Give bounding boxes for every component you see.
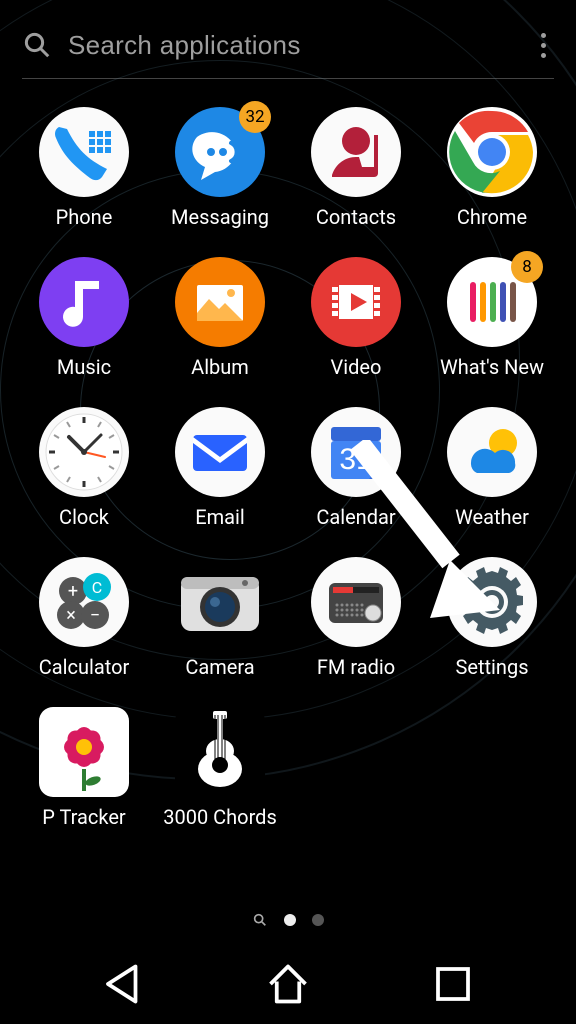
music-icon	[39, 257, 129, 347]
app-label: Phone	[56, 205, 113, 229]
app-calendar[interactable]: 31 Calendar	[288, 407, 424, 529]
app-label: Music	[57, 355, 111, 379]
search-bar[interactable]	[0, 0, 576, 78]
recent-apps-button[interactable]	[428, 959, 478, 1009]
app-label: Album	[191, 355, 249, 379]
messaging-icon: 32	[175, 107, 265, 197]
app-label: Email	[195, 505, 245, 529]
chrome-icon	[447, 107, 537, 197]
app-label: 3000 Chords	[163, 805, 277, 829]
svg-text:×: ×	[66, 605, 76, 626]
ptracker-icon	[39, 707, 129, 797]
phone-icon	[39, 107, 129, 197]
app-phone[interactable]: Phone	[16, 107, 152, 229]
svg-text:C: C	[92, 578, 102, 597]
app-label: Weather	[455, 505, 529, 529]
notification-badge: 32	[239, 101, 271, 133]
app-whats-new[interactable]: 8 What's New	[424, 257, 560, 379]
pager-dot-1[interactable]	[284, 914, 296, 926]
svg-text:31: 31	[339, 443, 372, 476]
app-label: Messaging	[171, 205, 269, 229]
app-music[interactable]: Music	[16, 257, 152, 379]
app-label: P Tracker	[42, 805, 125, 829]
app-video[interactable]: Video	[288, 257, 424, 379]
svg-text:−: −	[90, 605, 100, 626]
app-label: Chrome	[457, 205, 527, 229]
calculator-icon: + C × −	[39, 557, 129, 647]
whatsnew-icon: 8	[447, 257, 537, 347]
app-label: What's New	[440, 355, 544, 379]
app-clock[interactable]: Clock	[16, 407, 152, 529]
app-messaging[interactable]: 32 Messaging	[152, 107, 288, 229]
page-indicator[interactable]	[0, 912, 576, 928]
back-button[interactable]	[98, 959, 148, 1009]
app-label: Calculator	[39, 655, 130, 679]
clock-icon	[39, 407, 129, 497]
app-calculator[interactable]: + C × − Calculator	[16, 557, 152, 679]
svg-text:+: +	[68, 581, 78, 602]
app-contacts[interactable]: Contacts	[288, 107, 424, 229]
search-icon	[22, 30, 52, 60]
app-weather[interactable]: Weather	[424, 407, 560, 529]
navigation-bar	[0, 944, 576, 1024]
app-email[interactable]: Email	[152, 407, 288, 529]
app-3000-chords[interactable]: 3000 Chords	[152, 707, 288, 829]
home-button[interactable]	[263, 959, 313, 1009]
app-p-tracker[interactable]: P Tracker	[16, 707, 152, 829]
app-label: FM radio	[317, 655, 395, 679]
app-settings[interactable]: Settings	[424, 557, 560, 679]
app-grid: Phone 32 Messaging Contacts	[0, 97, 576, 829]
calendar-icon: 31	[311, 407, 401, 497]
app-camera[interactable]: Camera	[152, 557, 288, 679]
album-icon	[175, 257, 265, 347]
search-input[interactable]	[68, 30, 516, 61]
overflow-menu-button[interactable]	[532, 26, 554, 64]
search-underline	[22, 78, 554, 79]
chords-icon	[175, 707, 265, 797]
pager-dot-2[interactable]	[312, 914, 324, 926]
app-label: Contacts	[316, 205, 396, 229]
pager-search-icon[interactable]	[252, 912, 268, 928]
contacts-icon	[311, 107, 401, 197]
notification-badge: 8	[511, 251, 543, 283]
app-chrome[interactable]: Chrome	[424, 107, 560, 229]
email-icon	[175, 407, 265, 497]
app-label: Calendar	[316, 505, 395, 529]
app-label: Video	[331, 355, 382, 379]
app-label: Settings	[455, 655, 528, 679]
app-album[interactable]: Album	[152, 257, 288, 379]
app-label: Clock	[59, 505, 109, 529]
app-label: Camera	[185, 655, 254, 679]
weather-icon	[447, 407, 537, 497]
video-icon	[311, 257, 401, 347]
radio-icon	[311, 557, 401, 647]
app-fm-radio[interactable]: FM radio	[288, 557, 424, 679]
settings-icon	[447, 557, 537, 647]
camera-icon	[175, 557, 265, 647]
